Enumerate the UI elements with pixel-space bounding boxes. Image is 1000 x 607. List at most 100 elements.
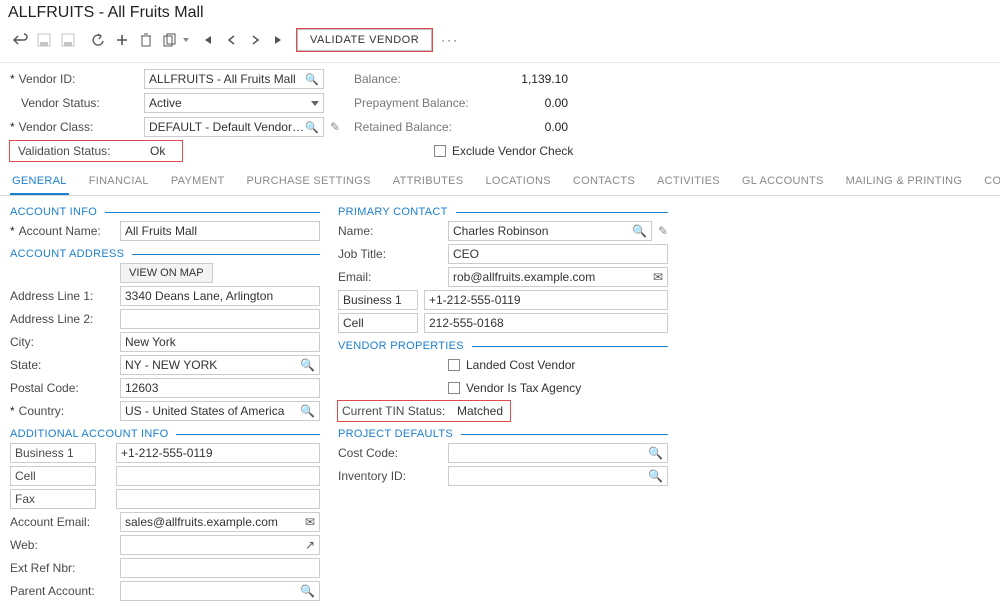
exclude-vendor-checkbox[interactable] <box>434 145 446 157</box>
addr1-field[interactable]: 3340 Deans Lane, Arlington <box>120 286 320 306</box>
vendor-status-field[interactable]: Active <box>144 93 324 113</box>
vendor-properties-header: VENDOR PROPERTIES <box>338 340 464 352</box>
addr1-label: Address Line 1: <box>10 289 120 303</box>
postal-field[interactable]: 12603 <box>120 378 320 398</box>
vendor-id-field[interactable]: ALLFRUITS - All Fruits Mall🔍 <box>144 69 324 89</box>
parent-account-field[interactable]: 🔍 <box>120 581 320 601</box>
contact-name-field[interactable]: Charles Robinson🔍 <box>448 221 652 241</box>
tab-compliance[interactable]: COMPLIANCE <box>982 171 1000 195</box>
additional-account-info-header: ADDITIONAL ACCOUNT INFO <box>10 428 168 440</box>
phone-fax-field[interactable] <box>116 489 320 509</box>
search-icon[interactable]: 🔍 <box>632 224 647 238</box>
tab-contacts[interactable]: CONTACTS <box>571 171 637 195</box>
chevron-down-icon[interactable] <box>311 101 319 106</box>
account-name-field[interactable]: All Fruits Mall <box>120 221 320 241</box>
country-label: Country: <box>19 404 64 418</box>
postal-label: Postal Code: <box>10 381 120 395</box>
validate-vendor-button[interactable]: VALIDATE VENDOR <box>297 29 432 51</box>
state-field[interactable]: NY - NEW YORK🔍 <box>120 355 320 375</box>
delete-icon[interactable] <box>134 26 158 54</box>
back-icon[interactable] <box>8 26 32 54</box>
mail-icon[interactable]: ✉ <box>653 270 663 284</box>
copy-icon[interactable] <box>158 26 182 54</box>
add-icon[interactable] <box>110 26 134 54</box>
landed-cost-checkbox[interactable] <box>448 359 460 371</box>
contact-phone-type-business[interactable]: Business 1 <box>338 290 418 310</box>
mail-icon[interactable]: ✉ <box>305 515 315 529</box>
page-title: ALLFRUITS - All Fruits Mall <box>0 0 1000 24</box>
inventory-id-field[interactable]: 🔍 <box>448 466 668 486</box>
tab-activities[interactable]: ACTIVITIES <box>655 171 722 195</box>
tin-status-value: Matched <box>449 404 509 418</box>
project-defaults-header: PROJECT DEFAULTS <box>338 428 453 440</box>
next-record-icon[interactable] <box>243 26 267 54</box>
contact-email-field[interactable]: rob@allfruits.example.com✉ <box>448 267 668 287</box>
prev-record-icon[interactable] <box>219 26 243 54</box>
inventory-id-label: Inventory ID: <box>338 469 448 483</box>
tab-financial[interactable]: FINANCIAL <box>87 171 151 195</box>
tax-agency-label: Vendor Is Tax Agency <box>466 381 581 395</box>
tab-attributes[interactable]: ATTRIBUTES <box>391 171 466 195</box>
vendor-class-field[interactable]: DEFAULT - Default Vendor Class🔍 <box>144 117 324 137</box>
exclude-vendor-label: Exclude Vendor Check <box>452 144 573 158</box>
web-field[interactable]: ↗ <box>120 535 320 555</box>
undo-icon[interactable] <box>86 26 110 54</box>
cost-code-field[interactable]: 🔍 <box>448 443 668 463</box>
tab-locations[interactable]: LOCATIONS <box>483 171 552 195</box>
account-name-label: Account Name: <box>19 224 101 238</box>
first-record-icon[interactable] <box>195 26 219 54</box>
city-label: City: <box>10 335 120 349</box>
phone-cell-field[interactable] <box>116 466 320 486</box>
vendor-status-label: Vendor Status: <box>21 96 100 110</box>
tab-payment[interactable]: PAYMENT <box>169 171 227 195</box>
more-actions-icon[interactable]: ··· <box>438 26 462 54</box>
balance-label: Balance: <box>354 72 484 86</box>
phone-type-fax[interactable]: Fax <box>10 489 96 509</box>
phone-type-business[interactable]: Business 1 <box>10 443 96 463</box>
external-link-icon[interactable]: ↗ <box>305 538 315 552</box>
vendor-class-label: Vendor Class: <box>19 120 94 134</box>
prepay-value: 0.00 <box>484 96 574 110</box>
validation-status-label: Validation Status: <box>18 144 111 158</box>
view-on-map-button[interactable]: VIEW ON MAP <box>120 263 213 283</box>
prepay-label: Prepayment Balance: <box>354 96 484 110</box>
chevron-down-icon[interactable] <box>183 38 189 42</box>
search-icon[interactable]: 🔍 <box>300 358 315 372</box>
retained-label: Retained Balance: <box>354 120 484 134</box>
tab-gl-accounts[interactable]: GL ACCOUNTS <box>740 171 826 195</box>
parent-account-label: Parent Account: <box>10 584 120 598</box>
contact-phone-type-cell[interactable]: Cell <box>338 313 418 333</box>
addr2-field[interactable] <box>120 309 320 329</box>
extref-field[interactable] <box>120 558 320 578</box>
search-icon[interactable]: 🔍 <box>305 121 319 134</box>
tab-mailing-printing[interactable]: MAILING & PRINTING <box>844 171 965 195</box>
edit-icon[interactable]: ✎ <box>330 120 340 134</box>
tab-purchase-settings[interactable]: PURCHASE SETTINGS <box>245 171 373 195</box>
tax-agency-checkbox[interactable] <box>448 382 460 394</box>
tin-status-label: Current TIN Status: <box>339 404 449 418</box>
contact-name-label: Name: <box>338 224 448 238</box>
extref-label: Ext Ref Nbr: <box>10 561 120 575</box>
contact-phone-business-field[interactable]: +1-212-555-0119 <box>424 290 668 310</box>
search-icon[interactable]: 🔍 <box>300 584 315 598</box>
primary-contact-header: PRIMARY CONTACT <box>338 206 448 218</box>
contact-phone-cell-field[interactable]: 212-555-0168 <box>424 313 668 333</box>
phone-type-cell[interactable]: Cell <box>10 466 96 486</box>
account-email-field[interactable]: sales@allfruits.example.com✉ <box>120 512 320 532</box>
search-icon[interactable]: 🔍 <box>305 73 319 86</box>
country-field[interactable]: US - United States of America🔍 <box>120 401 320 421</box>
city-field[interactable]: New York <box>120 332 320 352</box>
toolbar: VALIDATE VENDOR ··· <box>0 24 1000 63</box>
job-title-field[interactable]: CEO <box>448 244 668 264</box>
search-icon[interactable]: 🔍 <box>648 446 663 460</box>
cost-code-label: Cost Code: <box>338 446 448 460</box>
phone-business-field[interactable]: +1-212-555-0119 <box>116 443 320 463</box>
tab-general[interactable]: GENERAL <box>10 171 69 195</box>
edit-icon[interactable]: ✎ <box>658 224 668 238</box>
last-record-icon[interactable] <box>267 26 291 54</box>
search-icon[interactable]: 🔍 <box>648 469 663 483</box>
state-label: State: <box>10 358 120 372</box>
search-icon[interactable]: 🔍 <box>300 404 315 418</box>
tab-bar: GENERAL FINANCIAL PAYMENT PURCHASE SETTI… <box>0 167 1000 196</box>
web-label: Web: <box>10 538 120 552</box>
